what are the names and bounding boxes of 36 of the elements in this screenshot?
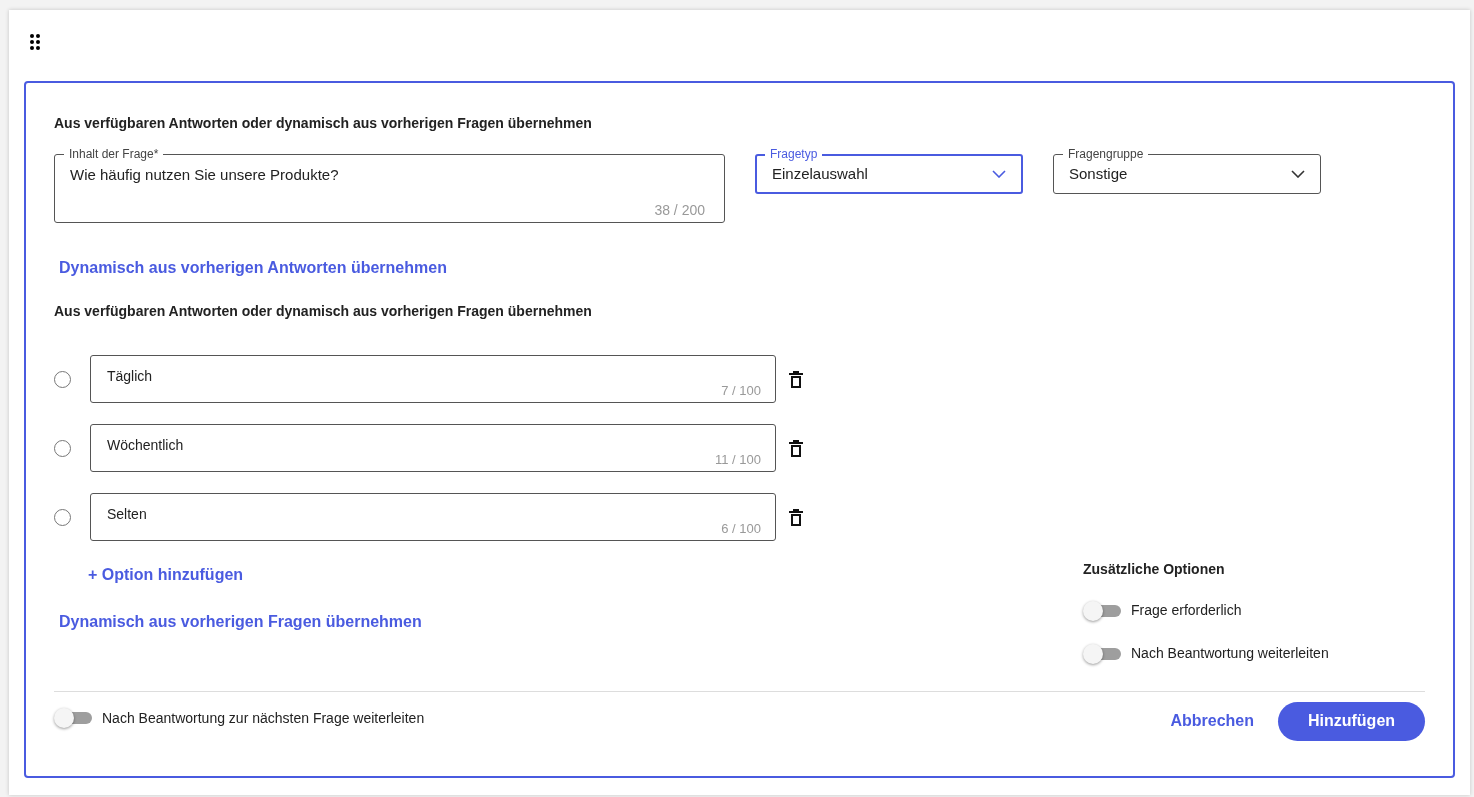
toggle-label: Frage erforderlich [1131, 601, 1242, 620]
field-label: Fragengruppe [1063, 147, 1149, 161]
select-value: Einzelauswahl [772, 163, 869, 184]
character-counter: 38 / 200 [654, 201, 705, 220]
trash-icon[interactable] [789, 370, 803, 388]
character-counter: 11 / 100 [714, 450, 761, 469]
field-value: Selten [107, 505, 148, 524]
field-value: Wöchentlich [107, 436, 185, 455]
toggle-label: Nach Beantwortung zur nächsten Frage weiterleiten [102, 708, 425, 728]
toggle-switch[interactable] [1083, 600, 1121, 621]
add-option-link[interactable]: + Option hinzufügen [88, 563, 244, 587]
option-text-field[interactable]: Wöchentlich 11 / 100 [90, 424, 776, 472]
field-label: Inhalt der Frage* [64, 147, 164, 161]
cancel-button[interactable]: Abbrechen [1166, 703, 1258, 739]
chevron-down-icon [1291, 170, 1305, 178]
option-text-field[interactable]: Selten 6 / 100 [90, 493, 776, 541]
chevron-down-icon [992, 170, 1006, 178]
trash-icon[interactable] [789, 508, 803, 526]
options-heading: Zusätzliche Optionen [1083, 560, 1226, 579]
field-label: Fragetyp [765, 147, 823, 161]
dynamic-questions-link[interactable]: Dynamisch aus vorherigen Fragen übernehmen [59, 610, 422, 634]
trash-icon[interactable] [789, 439, 803, 457]
section-heading: Aus verfügbaren Antworten oder dynamisch aus vorherigen Fragen übernehmen [54, 114, 593, 131]
field-value: Täglich [107, 367, 154, 386]
toggle-switch[interactable] [54, 708, 92, 728]
character-counter: 7 / 100 [721, 381, 761, 400]
toggle-switch[interactable] [1083, 643, 1121, 664]
field-value: Wie häufig nutzen Sie unsere Produkte? [70, 165, 339, 185]
add-button[interactable]: Hinzufügen [1278, 701, 1425, 741]
drag-handle-icon[interactable] [30, 34, 40, 50]
section-heading: Aus verfügbaren Antworten oder dynamisch aus vorherigen Fragen übernehmen [54, 302, 593, 321]
character-counter: 6 / 100 [721, 519, 761, 538]
dynamic-answers-link[interactable]: Dynamisch aus vorherigen Antworten übernehmen [59, 256, 447, 280]
toggle-label: Nach Beantwortung weiterleiten [1131, 644, 1329, 663]
option-text-field[interactable]: Täglich 7 / 100 [90, 355, 776, 403]
select-value: Sonstige [1069, 163, 1129, 184]
